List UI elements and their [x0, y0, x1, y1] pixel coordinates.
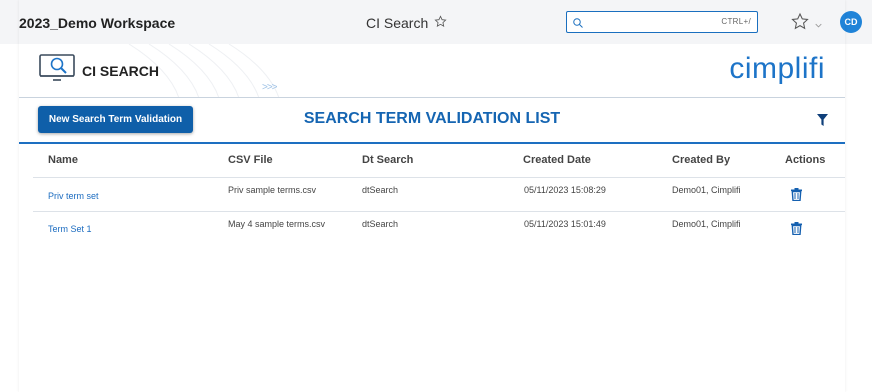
- brand-logo: cimplifi: [729, 52, 825, 85]
- new-search-term-validation-button[interactable]: New Search Term Validation: [38, 106, 193, 133]
- column-header-actions: Actions: [785, 154, 826, 166]
- chevron-down-icon: [815, 15, 822, 33]
- row-created-date: 05/11/2023 15:01:49: [524, 219, 606, 229]
- search-icon: [572, 16, 584, 34]
- ci-search-tool-icon: [39, 53, 75, 88]
- row-csv-file: May 4 sample terms.csv: [228, 219, 326, 229]
- row-created-by: Demo01, Cimplifi: [672, 185, 741, 195]
- search-shortcut-hint: CTRL+/: [721, 17, 751, 26]
- trash-icon[interactable]: [791, 222, 802, 240]
- column-header-dt-search[interactable]: Dt Search: [362, 154, 413, 166]
- table-header-divider: [33, 177, 845, 178]
- workspace-title[interactable]: 2023_Demo Workspace: [19, 15, 175, 31]
- column-header-created-by[interactable]: Created By: [672, 154, 730, 166]
- tool-title: CI SEARCH: [82, 63, 160, 79]
- column-header-created-date[interactable]: Created Date: [523, 154, 591, 166]
- column-header-name[interactable]: Name: [48, 154, 78, 166]
- row-name-link[interactable]: Priv term set: [48, 191, 99, 201]
- top-bar: 2023_Demo Workspace CI Search CTRL+/ CD: [0, 0, 872, 44]
- tool-banner: CI SEARCH >>> cimplifi: [19, 44, 845, 98]
- main-card: CI SEARCH >>> cimplifi New Search Term V…: [19, 44, 845, 392]
- star-outline-icon: [790, 12, 810, 36]
- row-name-link[interactable]: Term Set 1: [48, 224, 92, 234]
- row-created-date: 05/11/2023 15:08:29: [524, 185, 606, 195]
- header-rule: [19, 142, 845, 144]
- user-avatar[interactable]: CD: [840, 11, 862, 33]
- page-name: CI Search: [366, 15, 447, 31]
- trash-icon[interactable]: [791, 188, 802, 206]
- page-name-label: CI Search: [366, 15, 429, 31]
- row-dt-search: dtSearch: [362, 185, 399, 195]
- global-search-box[interactable]: CTRL+/: [566, 11, 758, 33]
- row-csv-file: Priv sample terms.csv: [228, 185, 317, 195]
- favorite-star-icon[interactable]: [434, 15, 447, 31]
- column-header-csv-file[interactable]: CSV File: [228, 154, 273, 166]
- chevrons-decoration: >>>: [262, 82, 278, 93]
- banner-divider: [19, 97, 845, 98]
- favorites-menu-button[interactable]: [790, 12, 822, 36]
- row-dt-search: dtSearch: [362, 219, 399, 229]
- row-divider: [33, 211, 845, 212]
- row-created-by: Demo01, Cimplifi: [672, 219, 741, 229]
- filter-icon[interactable]: [817, 113, 828, 131]
